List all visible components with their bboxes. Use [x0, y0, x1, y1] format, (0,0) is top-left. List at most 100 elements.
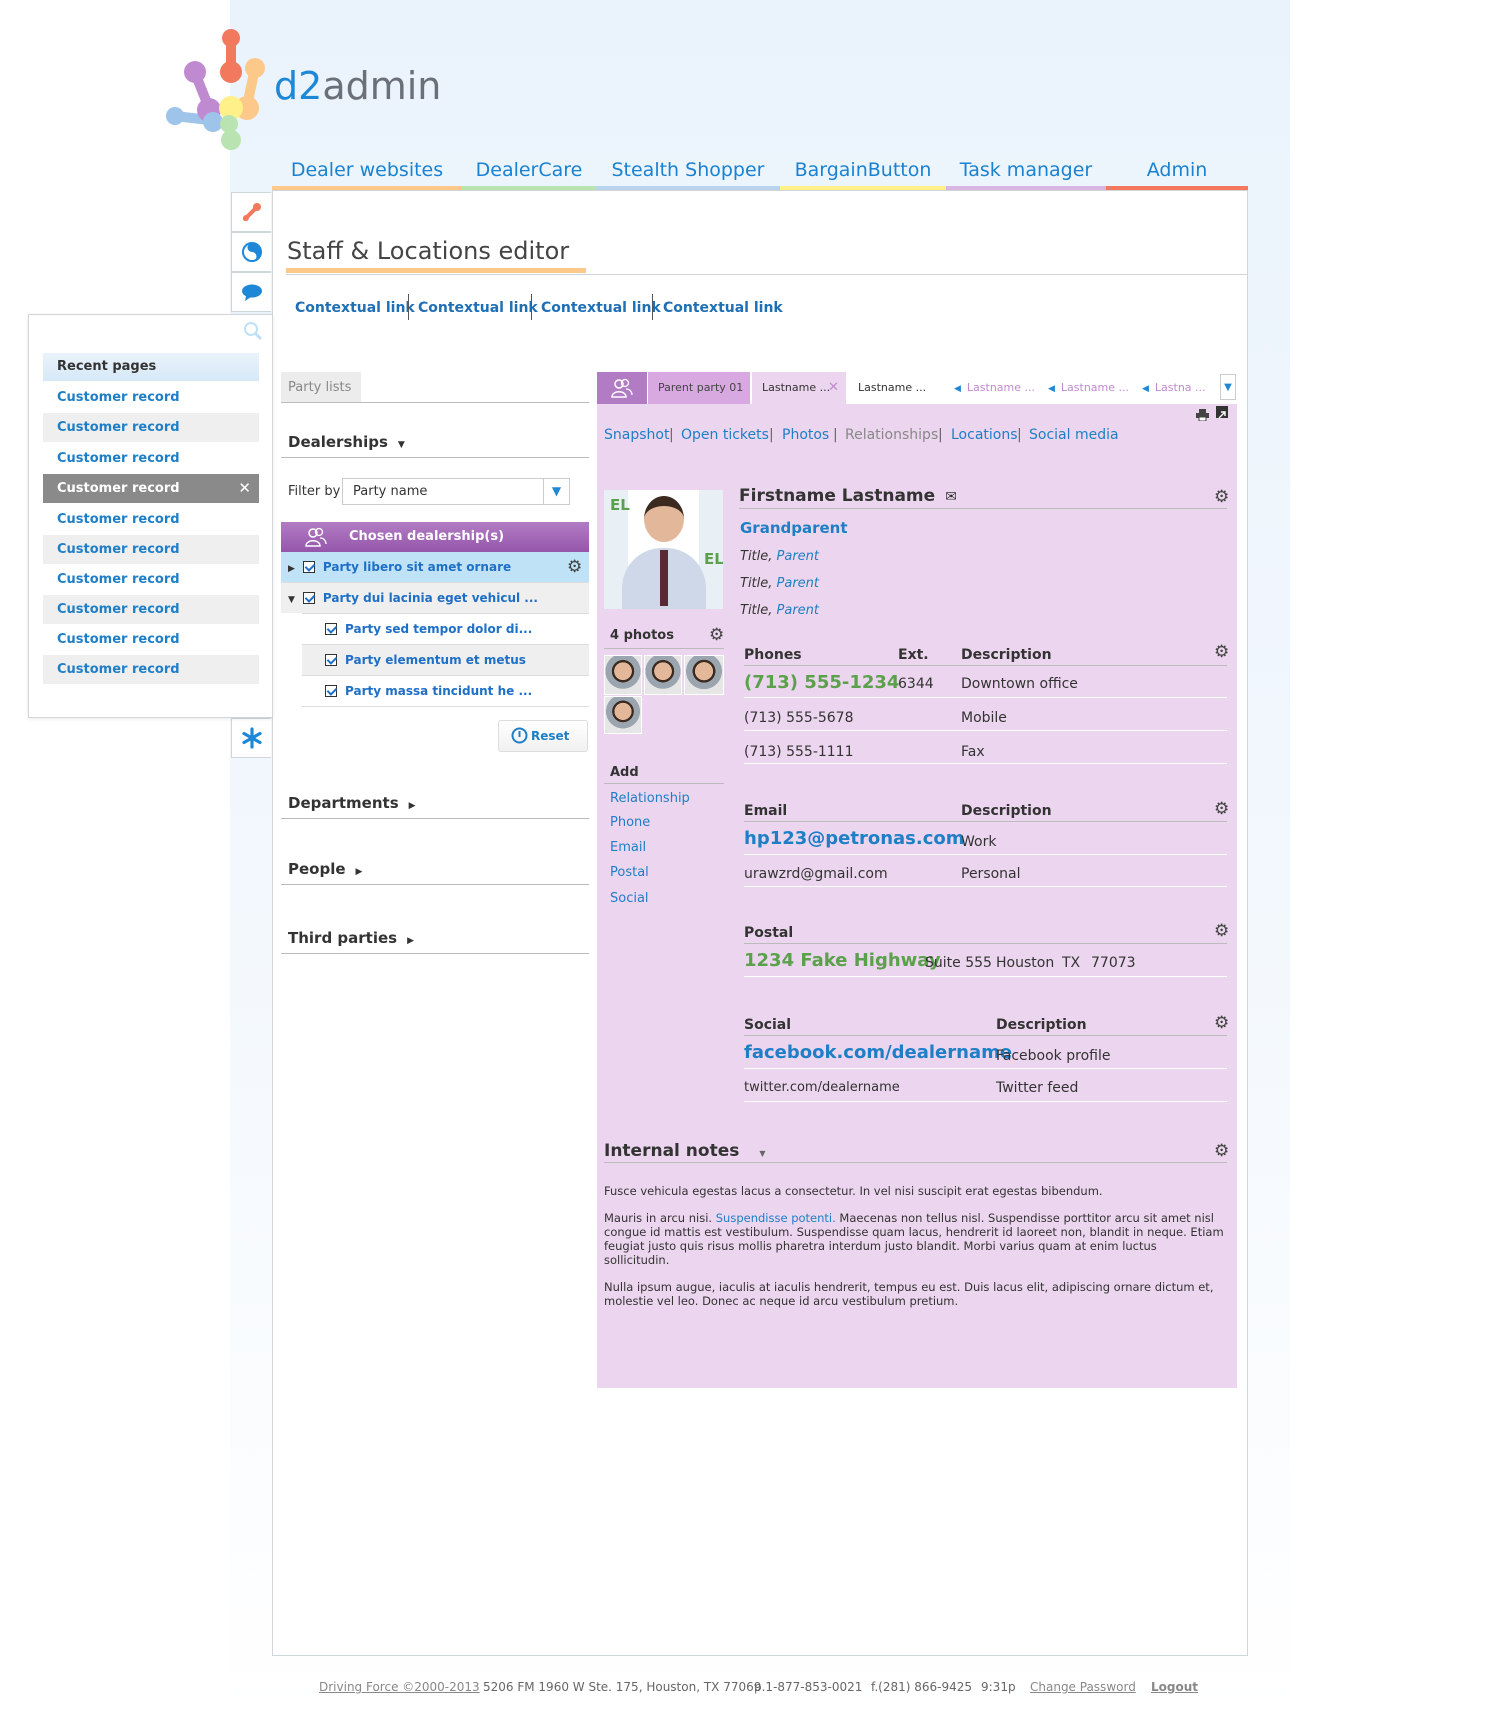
subnav-locations[interactable]: Locations — [951, 427, 1018, 443]
gear-icon[interactable]: ⚙ — [1214, 1142, 1229, 1160]
recent-page-item[interactable]: Customer record — [43, 383, 259, 412]
gear-icon[interactable]: ⚙ — [1214, 643, 1229, 661]
dealership-row[interactable]: ▶ Party libero sit amet ornare — [288, 552, 511, 584]
nav-admin[interactable]: Admin — [1106, 156, 1248, 190]
contextual-link[interactable]: Contextual link — [418, 298, 538, 318]
gear-icon[interactable]: ⚙ — [1214, 488, 1229, 506]
photo-thumbnail[interactable] — [644, 655, 682, 695]
add-social-link[interactable]: Social — [610, 891, 649, 906]
add-email-link[interactable]: Email — [610, 840, 646, 855]
popout-icon[interactable] — [1216, 406, 1228, 419]
primary-phone[interactable]: (713) 555-1234 — [744, 672, 899, 693]
gear-icon[interactable]: ⚙ — [1214, 1014, 1229, 1032]
chevron-down-icon[interactable]: ▼ — [543, 479, 569, 504]
primary-social[interactable]: facebook.com/dealername — [744, 1042, 1012, 1063]
checkbox[interactable] — [325, 654, 337, 666]
social-link[interactable]: twitter.com/dealername — [744, 1080, 900, 1095]
dealership-child-row[interactable]: Party sed tempor dolor di... — [325, 614, 532, 644]
departments-heading[interactable]: Departments ▶ — [288, 794, 416, 812]
footer-copyright[interactable]: Driving Force ©2000-2013 — [319, 1680, 480, 1694]
dealerships-heading[interactable]: Dealerships ▼ — [288, 433, 405, 451]
gear-icon[interactable]: ⚙ — [709, 626, 724, 644]
parent-link[interactable]: Parent — [777, 576, 820, 591]
tab-lastname-history[interactable]: ◀ Lastname ... — [944, 372, 1035, 404]
subnav-social-media[interactable]: Social media — [1029, 427, 1119, 443]
nav-bargainbutton[interactable]: BargainButton — [780, 156, 946, 190]
subnav-relationships[interactable]: Relationships — [845, 427, 938, 443]
globe-button[interactable] — [231, 232, 271, 272]
checkbox[interactable] — [302, 561, 315, 573]
photo-thumbnail[interactable] — [604, 696, 642, 734]
people-heading[interactable]: People ▶ — [288, 860, 362, 878]
tools-button[interactable] — [231, 192, 271, 232]
tab-lastname-history[interactable]: ◀ Lastname ... — [1038, 372, 1129, 404]
caret-right-icon[interactable]: ▶ — [288, 564, 295, 574]
recent-page-item[interactable]: Customer record — [43, 655, 259, 684]
reset-button[interactable]: Reset — [498, 720, 588, 752]
close-icon[interactable]: ✕ — [238, 474, 251, 503]
gear-icon[interactable]: ⚙ — [567, 558, 582, 576]
recent-page-item[interactable]: Customer record — [43, 565, 259, 594]
recent-page-item[interactable]: Customer record — [43, 413, 259, 442]
notes-link[interactable]: Suspendisse potenti. — [716, 1211, 836, 1225]
checkbox[interactable] — [302, 592, 315, 604]
postal-street[interactable]: 1234 Fake Highway — [744, 950, 941, 971]
nav-stealth-shopper[interactable]: Stealth Shopper — [596, 156, 780, 190]
dealership-child-row[interactable]: Party massa tincidunt he ... — [325, 676, 532, 706]
add-relationship-link[interactable]: Relationship — [610, 791, 690, 806]
chat-button[interactable] — [231, 272, 271, 312]
search-icon[interactable] — [243, 321, 263, 341]
change-password-link[interactable]: Change Password — [1030, 1680, 1136, 1694]
recent-page-item[interactable]: Customer record — [43, 535, 259, 564]
grandparent-link[interactable]: Grandparent — [740, 519, 848, 537]
close-icon[interactable]: ✕ — [828, 372, 839, 404]
checkbox[interactable] — [325, 623, 337, 635]
recent-page-item[interactable]: Customer record — [43, 444, 259, 473]
third-parties-heading[interactable]: Third parties ▶ — [288, 929, 414, 947]
caret-down-icon[interactable]: ▼ — [288, 595, 295, 605]
subnav-photos[interactable]: Photos — [782, 427, 829, 443]
nav-task-manager[interactable]: Task manager — [946, 156, 1106, 190]
tab-lastname-active[interactable]: Lastname ... ✕ — [752, 372, 846, 404]
logo-wordmark[interactable]: d2admin — [274, 62, 441, 110]
profile-photo[interactable]: EL EL — [604, 490, 723, 609]
nav-dealercare[interactable]: DealerCare — [462, 156, 596, 190]
parent-link[interactable]: Parent — [777, 603, 820, 618]
photo-thumbnail[interactable] — [604, 655, 642, 695]
envelope-icon[interactable]: ✉ — [945, 489, 957, 505]
phone-number[interactable]: (713) 555-1111 — [744, 744, 854, 760]
dealership-child-row[interactable]: Party elementum et metus — [325, 645, 526, 675]
contextual-link[interactable]: Contextual link — [663, 298, 783, 318]
tab-lastname-history[interactable]: ◀ Lastna ... — [1132, 372, 1212, 404]
favorites-button[interactable] — [231, 718, 271, 758]
recent-page-item[interactable]: Customer record — [43, 595, 259, 624]
contextual-link[interactable]: Contextual link — [541, 298, 661, 318]
filter-select[interactable]: Party name ▼ — [342, 478, 570, 505]
recent-page-item-selected[interactable]: Customer record ✕ — [43, 474, 259, 503]
gear-icon[interactable]: ⚙ — [1214, 922, 1229, 940]
nav-dealer-websites[interactable]: Dealer websites — [272, 156, 462, 190]
add-phone-link[interactable]: Phone — [610, 815, 650, 830]
tab-lastname[interactable]: Lastname ... — [848, 372, 942, 404]
gear-icon[interactable]: ⚙ — [1214, 800, 1229, 818]
tab-parent-party[interactable]: Parent party 01 — [648, 372, 750, 404]
photo-thumbnail[interactable] — [684, 655, 724, 695]
parent-link[interactable]: Parent — [777, 549, 820, 564]
email-address[interactable]: urawzrd@gmail.com — [744, 866, 888, 882]
party-icon-tab[interactable] — [597, 372, 647, 404]
recent-page-item[interactable]: Customer record — [43, 625, 259, 654]
logout-link[interactable]: Logout — [1151, 1680, 1198, 1694]
internal-notes-heading[interactable]: Internal notes ▼ — [604, 1141, 766, 1161]
tabs-overflow-dropdown[interactable]: ▼ — [1220, 374, 1236, 400]
primary-email[interactable]: hp123@petronas.com — [744, 828, 965, 849]
contextual-link[interactable]: Contextual link — [295, 298, 415, 318]
phone-number[interactable]: (713) 555-5678 — [744, 710, 854, 726]
dealership-row[interactable]: ▼ Party dui lacinia eget vehicul ... — [288, 583, 538, 615]
add-postal-link[interactable]: Postal — [610, 865, 649, 880]
subnav-open-tickets[interactable]: Open tickets — [681, 427, 769, 443]
subnav-snapshot[interactable]: Snapshot — [604, 427, 669, 443]
checkbox[interactable] — [325, 685, 337, 697]
party-lists-tab[interactable]: Party lists — [281, 372, 361, 403]
print-icon[interactable] — [1196, 406, 1209, 422]
recent-page-item[interactable]: Customer record — [43, 505, 259, 534]
